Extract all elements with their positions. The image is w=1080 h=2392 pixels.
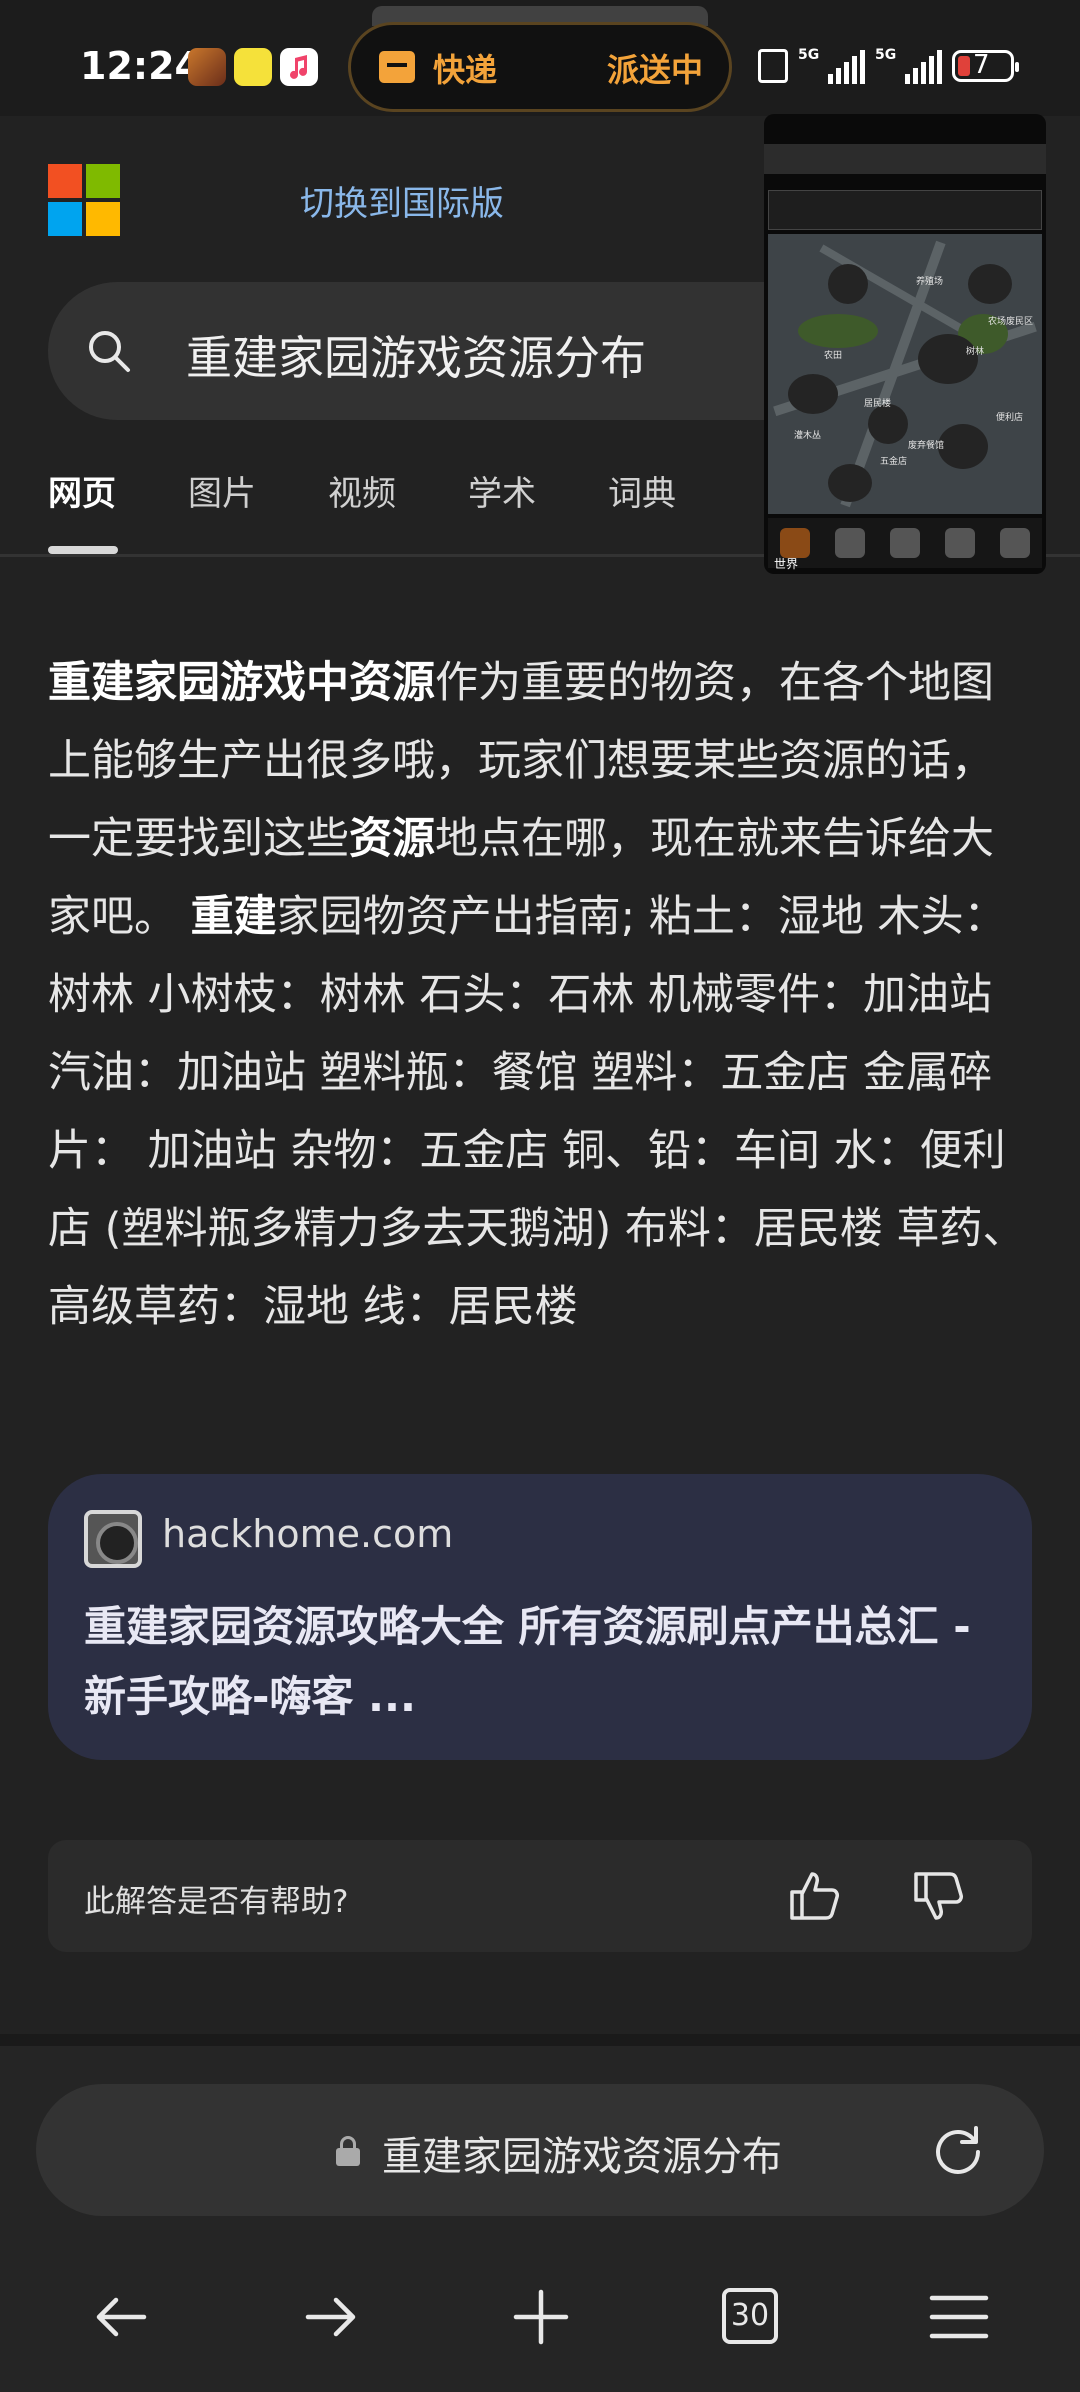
lock-icon [336, 2136, 360, 2166]
music-app-icon [280, 48, 318, 86]
answer-text: 重建家园游戏中资源作为重要的物资，在各个地图上能够生产出很多哦，玩家们想要某些资… [48, 644, 1032, 1346]
answer-highlight: 资源 [349, 814, 435, 864]
status-bar: 12:24 快递 派送中 5G 5G 7 [0, 0, 1080, 116]
source-domain: hackhome.com [162, 1512, 454, 1556]
package-icon [379, 51, 415, 83]
map-label: 五金店 [880, 457, 908, 467]
map-label: 养殖场 [916, 277, 944, 287]
answer-segment: 家园物资产出指南; 粘土：湿地 木头：树林 小树枝：树林 石头：石林 机械零件：… [48, 892, 1026, 1332]
new-tab-plus-icon[interactable] [506, 2282, 576, 2352]
thumbnail-title-bar [764, 144, 1046, 174]
game-map: 养殖场 农场废民区 农田 树林 居民楼 便利店 灌木丛 废弃餐馆 五金店 [768, 234, 1042, 514]
game-bottom-bar [768, 518, 1042, 568]
map-label: 农田 [824, 351, 843, 361]
game-app-icon [188, 48, 226, 86]
tabs-count-button[interactable]: 30 [722, 2288, 778, 2344]
tab-web[interactable]: 网页 [48, 466, 116, 526]
menu-icon[interactable] [924, 2282, 994, 2352]
signal-icon: 5G [798, 48, 865, 84]
address-text[interactable]: 重建家园游戏资源分布 [382, 2124, 782, 2182]
answer-highlight: 重建 [190, 892, 277, 942]
tab-videos[interactable]: 视频 [328, 466, 396, 526]
floating-game-thumbnail[interactable]: 养殖场 农场废民区 农田 树林 居民楼 便利店 灌木丛 废弃餐馆 五金店 世界 [764, 114, 1046, 574]
notification-status: 派送中 [606, 51, 703, 89]
feedback-question: 此解答是否有帮助? [84, 1884, 349, 1920]
tab-images[interactable]: 图片 [188, 466, 256, 526]
reload-icon[interactable] [930, 2122, 986, 2178]
tab-dictionary[interactable]: 词典 [608, 466, 676, 526]
battery-level: 7 [973, 50, 990, 80]
signal-icon: 5G [875, 48, 942, 84]
game-world-label: 世界 [774, 557, 799, 571]
tab-academic[interactable]: 学术 [468, 466, 536, 526]
switch-international-link[interactable]: 切换到国际版 [300, 176, 504, 225]
search-icon [89, 331, 130, 372]
network-type: 5G [875, 47, 897, 63]
search-tabs: 网页 图片 视频 学术 词典 [48, 466, 748, 526]
delivery-notification-pill[interactable]: 快递 派送中 [348, 22, 732, 112]
answer-highlight: 重建家园游戏中资源 [48, 658, 435, 708]
map-label: 树林 [966, 347, 985, 357]
status-time: 12:24 [80, 44, 201, 88]
cloud-app-icon [234, 48, 272, 86]
microsoft-logo[interactable] [48, 164, 120, 236]
network-type: 5G [798, 47, 820, 63]
forward-arrow-icon[interactable] [296, 2282, 366, 2352]
system-icons: 5G 5G 7 [758, 44, 1019, 88]
notification-label: 快递 [433, 51, 498, 89]
back-arrow-icon[interactable] [86, 2282, 156, 2352]
address-bar[interactable]: 重建家园游戏资源分布 [36, 2084, 1044, 2216]
thumbs-up-icon[interactable] [784, 1866, 844, 1926]
source-title-link[interactable]: 重建家园资源攻略大全 所有资源刷点产出总汇 -新手攻略-嗨客 ... [84, 1592, 1004, 1732]
map-label: 废弃餐馆 [908, 441, 945, 451]
search-query[interactable]: 重建家园游戏资源分布 [186, 322, 646, 388]
site-favicon-icon [84, 1510, 142, 1568]
section-separator [0, 2034, 1080, 2046]
source-card[interactable]: hackhome.com 重建家园资源攻略大全 所有资源刷点产出总汇 -新手攻略… [48, 1474, 1032, 1760]
map-label: 便利店 [996, 413, 1024, 423]
vibrate-icon [758, 49, 788, 83]
map-label: 居民楼 [864, 399, 892, 409]
feedback-box: 此解答是否有帮助? [48, 1840, 1032, 1952]
thumbs-down-icon[interactable] [908, 1866, 968, 1926]
game-hud [768, 190, 1042, 230]
map-label: 农场废民区 [988, 317, 1034, 327]
battery-icon: 7 [952, 50, 1019, 82]
map-label: 灌木丛 [794, 431, 822, 441]
active-tab-indicator [48, 546, 118, 554]
